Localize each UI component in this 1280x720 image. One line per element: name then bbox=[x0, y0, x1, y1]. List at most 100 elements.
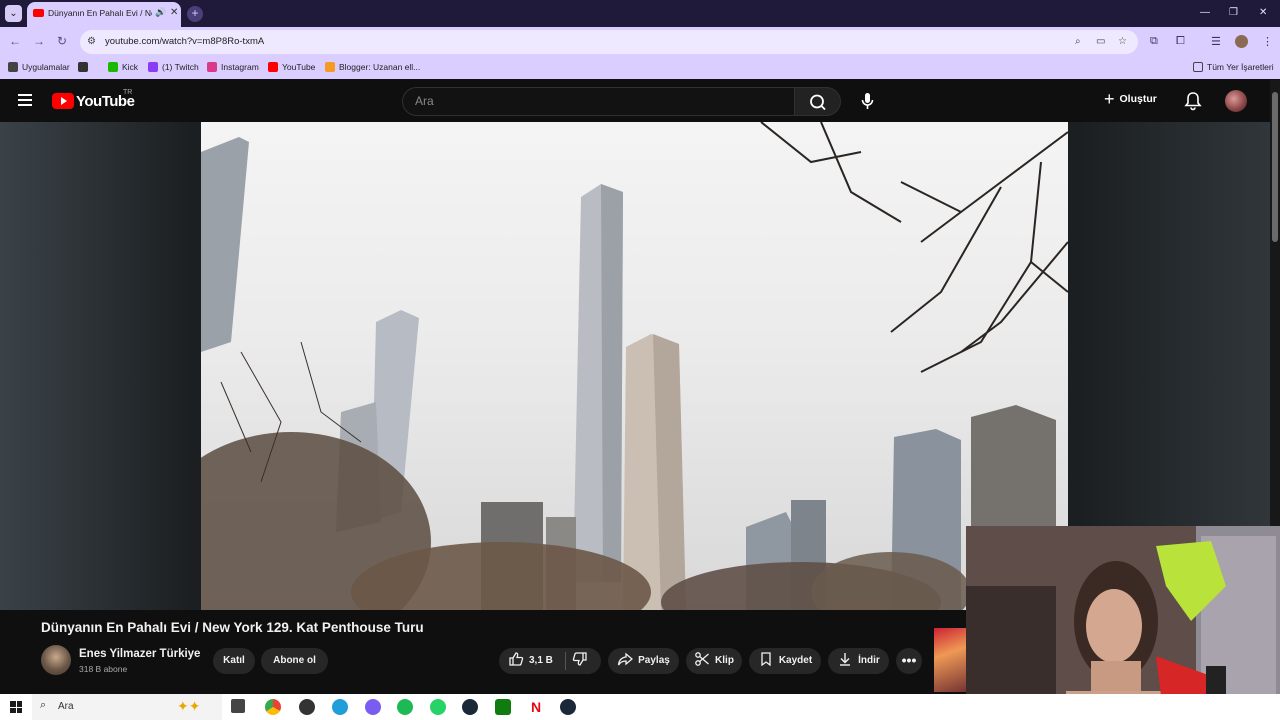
url-text: youtube.com/watch?v=m8P8Ro-txmA bbox=[105, 36, 265, 47]
whatsapp-taskbar-icon[interactable] bbox=[430, 699, 446, 715]
share-button[interactable]: Paylaş bbox=[608, 648, 679, 674]
dislike-button[interactable] bbox=[572, 648, 593, 674]
search-button[interactable] bbox=[795, 87, 841, 116]
microphone-icon bbox=[861, 93, 874, 109]
bookmarks-bar: Uygulamalar Kick (1) Twitch Instagram Yo… bbox=[0, 57, 1280, 79]
windows-start-icon[interactable] bbox=[10, 701, 22, 713]
subscribe-button[interactable]: Abone ol bbox=[261, 648, 328, 674]
plus-icon: + bbox=[1104, 89, 1115, 109]
bookmark-kick[interactable]: Kick bbox=[108, 62, 138, 72]
extensions-icon[interactable]: ⧠ bbox=[1176, 35, 1185, 48]
bookmark-twitch[interactable]: (1) Twitch bbox=[148, 62, 199, 72]
scrollbar-thumb[interactable] bbox=[1272, 92, 1278, 242]
browser-tab-active[interactable]: Dünyanın En Pahalı Evi / New York 129. K… bbox=[27, 2, 181, 27]
restore-icon[interactable]: ❐ bbox=[1229, 7, 1238, 18]
chrome-menu-icon[interactable]: ⋮ bbox=[1262, 35, 1273, 48]
create-button[interactable]: + Oluştur bbox=[1104, 89, 1157, 113]
video-player[interactable] bbox=[201, 122, 1068, 610]
like-dislike-group: 3,1 B bbox=[499, 648, 601, 674]
taskbar-search[interactable]: ⌕ Ara ✦✦ bbox=[32, 694, 222, 720]
bookmark-icon bbox=[761, 652, 771, 667]
related-video-thumbnail[interactable] bbox=[934, 628, 966, 692]
address-bar[interactable]: ⚙ youtube.com/watch?v=m8P8Ro-txmA ⌕ ▭ ☆ bbox=[80, 30, 1138, 54]
browser-tab-strip: ⌄ Dünyanın En Pahalı Evi / New York 129.… bbox=[0, 0, 1280, 27]
menu-icon[interactable] bbox=[18, 94, 32, 109]
site-info-icon[interactable]: ⚙ bbox=[87, 36, 96, 47]
notifications-button[interactable] bbox=[1184, 91, 1202, 116]
windows-taskbar: ⌕ Ara ✦✦ N bbox=[0, 694, 1280, 720]
all-bookmarks[interactable]: Tüm Yer İşaretleri bbox=[1193, 62, 1274, 72]
steam-app-taskbar-icon[interactable] bbox=[560, 699, 576, 715]
bookmark-grid[interactable] bbox=[78, 62, 92, 72]
search-highlight-icon: ✦✦ bbox=[177, 698, 201, 714]
like-divider bbox=[565, 652, 566, 670]
like-count: 3,1 B bbox=[529, 655, 553, 666]
account-avatar[interactable] bbox=[1225, 90, 1247, 112]
channel-avatar[interactable] bbox=[41, 645, 71, 675]
save-button[interactable]: Kaydet bbox=[749, 648, 821, 674]
apps-grid-icon bbox=[8, 62, 18, 72]
thumbs-up-icon bbox=[509, 652, 524, 666]
chrome-taskbar-icon[interactable] bbox=[265, 699, 281, 715]
streamer-webcam-overlay bbox=[966, 526, 1280, 720]
tab-search-icon[interactable]: ⌄ bbox=[5, 5, 22, 22]
search-input[interactable] bbox=[415, 94, 775, 108]
more-dots-icon: ••• bbox=[901, 652, 917, 668]
xbox-taskbar-icon[interactable] bbox=[495, 699, 511, 715]
spotify-taskbar-icon[interactable] bbox=[397, 699, 413, 715]
bell-icon bbox=[1184, 92, 1202, 111]
bookmark-blogger[interactable]: Blogger: Uzanan ell... bbox=[325, 62, 420, 72]
bookmark-apps[interactable]: Uygulamalar bbox=[8, 62, 70, 72]
minimize-icon[interactable]: — bbox=[1200, 7, 1210, 18]
reload-icon[interactable]: ↻ bbox=[57, 34, 67, 48]
browser-toolbar: ← → ↻ ⚙ youtube.com/watch?v=m8P8Ro-txmA … bbox=[0, 27, 1280, 57]
zoom-icon[interactable]: ⌕ bbox=[1075, 36, 1081, 47]
tab-title: Dünyanın En Pahalı Evi / New York 129. K… bbox=[48, 8, 152, 18]
webcam-frame bbox=[966, 526, 1280, 720]
join-button[interactable]: Katıl bbox=[213, 648, 255, 674]
task-view-icon[interactable] bbox=[231, 699, 245, 713]
search-icon: ⌕ bbox=[40, 699, 47, 711]
download-button[interactable]: İndir bbox=[828, 648, 889, 674]
download-icon bbox=[840, 653, 851, 666]
voice-search-button[interactable] bbox=[852, 86, 883, 117]
youtube-icon bbox=[268, 62, 278, 72]
obs-taskbar-icon[interactable] bbox=[299, 699, 315, 715]
share-icon bbox=[617, 652, 634, 666]
youtube-logo-icon[interactable] bbox=[52, 93, 74, 109]
bookmark-instagram[interactable]: Instagram bbox=[207, 62, 259, 72]
video-title: Dünyanın En Pahalı Evi / New York 129. K… bbox=[41, 620, 424, 635]
tab-close-icon[interactable]: ✕ bbox=[170, 7, 178, 18]
like-button[interactable]: 3,1 B bbox=[508, 648, 553, 674]
bookmark-youtube[interactable]: YouTube bbox=[268, 62, 315, 72]
instagram-icon bbox=[207, 62, 217, 72]
bookmark-star-icon[interactable]: ☆ bbox=[1118, 36, 1127, 47]
youtube-favicon-icon bbox=[33, 9, 44, 17]
translate-icon[interactable]: ⧉ bbox=[1150, 35, 1158, 48]
channel-name[interactable]: Enes Yilmazer Türkiye bbox=[79, 648, 200, 660]
clip-button[interactable]: Klip bbox=[686, 648, 742, 674]
video-frame-skyline bbox=[201, 122, 1068, 610]
edge-taskbar-icon[interactable] bbox=[332, 699, 348, 715]
new-tab-button[interactable]: + bbox=[187, 6, 203, 22]
steam-taskbar-icon[interactable] bbox=[462, 699, 478, 715]
netflix-taskbar-icon[interactable]: N bbox=[528, 699, 544, 715]
subscriber-count: 318 B abone bbox=[79, 664, 128, 674]
blogger-icon bbox=[325, 62, 335, 72]
youtube-header: YouTube TR +Oluştur bbox=[0, 80, 1270, 122]
folder-icon bbox=[1193, 62, 1203, 72]
audio-playing-icon[interactable]: 🔊 bbox=[155, 7, 166, 18]
cast-icon[interactable]: ▭ bbox=[1096, 36, 1105, 47]
kick-icon bbox=[108, 62, 118, 72]
scissors-icon bbox=[695, 652, 709, 666]
window-close-icon[interactable]: ✕ bbox=[1259, 7, 1267, 18]
forward-icon[interactable]: → bbox=[33, 34, 45, 48]
more-actions-button[interactable]: ••• bbox=[896, 648, 922, 674]
search-icon bbox=[810, 94, 826, 111]
discord-taskbar-icon[interactable] bbox=[365, 699, 381, 715]
back-icon[interactable]: ← bbox=[9, 34, 21, 48]
taskbar-search-label: Ara bbox=[58, 701, 74, 712]
search-field[interactable] bbox=[402, 87, 795, 116]
reading-list-icon[interactable]: ☰ bbox=[1211, 35, 1221, 48]
profile-avatar[interactable] bbox=[1235, 35, 1248, 48]
